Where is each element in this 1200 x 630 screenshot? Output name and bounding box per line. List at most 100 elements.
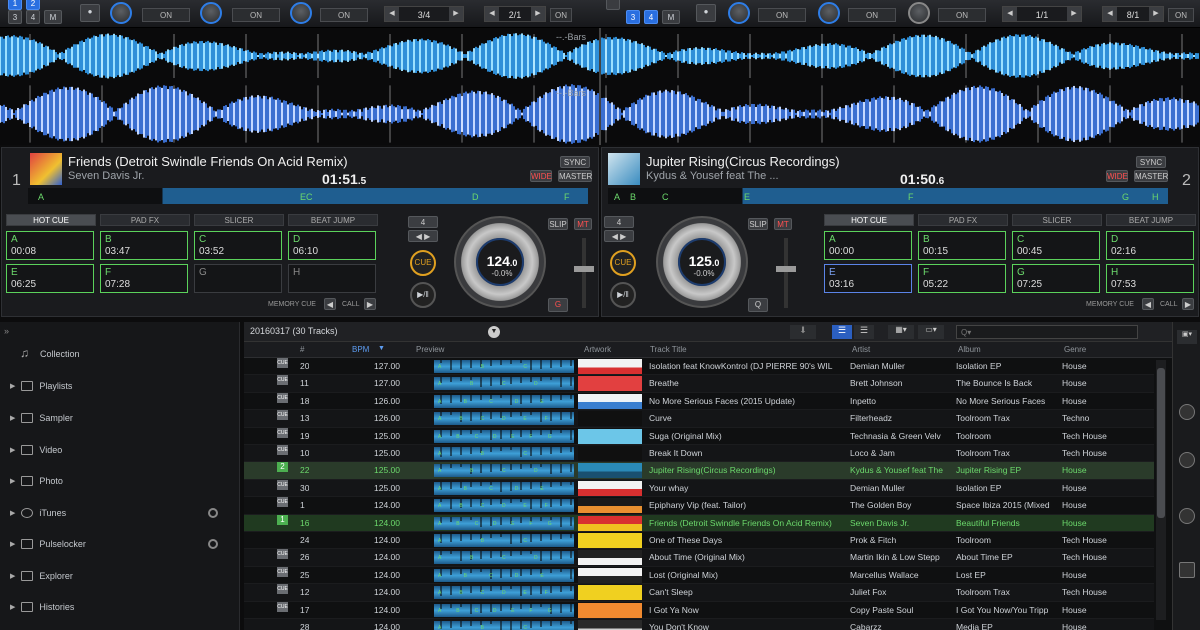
tab-pad-fx[interactable]: PAD FX	[918, 214, 1008, 226]
col-genre[interactable]: Genre	[1064, 345, 1086, 354]
preview-waveform[interactable]: ABCDEF	[434, 412, 574, 426]
tab-beat-jump[interactable]: BEAT JUMP	[1106, 214, 1196, 226]
quantize-button[interactable]: Q	[748, 298, 768, 312]
preview-waveform[interactable]: ABCDEFG	[434, 429, 574, 443]
sync-button[interactable]: SYNC	[560, 156, 590, 168]
expand-arrow-icon[interactable]: ▶	[10, 477, 15, 485]
hot-cue-pad-g[interactable]: G 07:25	[1012, 264, 1100, 293]
sidebar-item-itunes[interactable]: ▶ iTunes	[10, 504, 66, 522]
cue-button[interactable]: CUE	[410, 250, 436, 276]
hot-cue-pad-b[interactable]: B 00:15	[918, 231, 1006, 260]
fx-knob[interactable]	[110, 2, 132, 24]
list-view-icon[interactable]: ☰	[832, 325, 852, 339]
hot-cue-pad-d[interactable]: D 02:16	[1106, 231, 1194, 260]
hot-cue-pad-f[interactable]: F 05:22	[918, 264, 1006, 293]
table-row[interactable]: CUE 1 124.00 A B C D E F Epiphany Vip (feat. Tail…	[244, 497, 1154, 515]
detail-view-icon[interactable]: ☰	[854, 325, 874, 339]
preview-waveform[interactable]: ABCDEF	[434, 586, 574, 600]
table-row[interactable]: CUE 19 125.00 A B C D E F G Suga (Original Mix) Tec…	[244, 427, 1154, 445]
expand-arrow-icon[interactable]: ▶	[10, 572, 15, 580]
col-album[interactable]: Album	[958, 345, 981, 354]
table-row[interactable]: CUE 20 127.00 A B C Isolation feat KnowKontrol…	[244, 358, 1154, 376]
refresh-icon[interactable]	[208, 508, 218, 518]
preview-waveform[interactable]: ABC	[434, 621, 574, 630]
beat-arrows[interactable]: ◀ ▶	[604, 230, 634, 242]
overview-waveform[interactable]: A B C E F G H	[608, 188, 1168, 204]
table-row[interactable]: CUE 26 124.00 A B C D About Time (Original Mix)…	[244, 549, 1154, 567]
table-row[interactable]: 24 124.00 A B C One of These Days Prok & Fitch…	[244, 532, 1154, 550]
expand-arrow-icon[interactable]: ▶	[10, 603, 15, 611]
preview-waveform[interactable]: ABCD	[434, 551, 574, 565]
col-bpm[interactable]: BPM	[352, 345, 369, 354]
sidebar-item-video[interactable]: ▶ Video	[10, 441, 62, 459]
preview-waveform[interactable]: ABCD	[434, 464, 574, 478]
play-pause-button[interactable]: ▶/‖	[610, 282, 636, 308]
hot-cue-pad-c[interactable]: C 03:52	[194, 231, 282, 260]
table-row[interactable]: CUE 30 125.00 A B C D E Your whay Demian Muller Is…	[244, 479, 1154, 498]
hot-cue-pad-h[interactable]: H	[288, 264, 376, 293]
preview-waveform[interactable]: ABCDEF	[434, 499, 574, 513]
table-row[interactable]: CUE 18 126.00 A B C D E No More Serious Faces (2…	[244, 392, 1154, 411]
table-row[interactable]: 1 16 124.00 A B C D E F G Friends (Detroit Swindle…	[244, 514, 1154, 532]
table-row[interactable]: 2 22 125.00 A B C D Jupiter Rising(Circus Recor…	[244, 462, 1154, 480]
overview-waveform[interactable]: A EC D F	[28, 188, 588, 204]
hot-cue-pad-f[interactable]: F 07:28	[100, 264, 188, 293]
col-preview[interactable]: Preview	[416, 345, 444, 354]
pad-bank-3-button-r[interactable]	[606, 0, 620, 10]
preview-waveform[interactable]: ABCDE	[434, 568, 574, 582]
table-row[interactable]: 28 124.00 A B C You Don't Know Cabarzz Media EP…	[244, 619, 1154, 630]
download-icon[interactable]: ⬇	[790, 325, 816, 339]
beat-pager-c[interactable]: ◀ 1/1 ▶	[1002, 6, 1082, 22]
preview-waveform[interactable]: ABC	[434, 360, 574, 373]
preview-waveform[interactable]: ABCDE	[434, 481, 574, 495]
fx-on-button-2[interactable]: ON	[232, 8, 280, 22]
expand-arrow-icon[interactable]: ▶	[10, 414, 15, 422]
tempo-fader[interactable]	[776, 238, 796, 308]
expand-arrow-icon[interactable]: ▶	[10, 540, 15, 548]
track-list-scrollbar[interactable]	[1156, 360, 1166, 620]
sidebar-item-collection[interactable]: ♫ Collection	[20, 345, 80, 363]
play-pause-button[interactable]: ▶/‖	[410, 282, 436, 308]
jog-wheel[interactable]: 125.0 -0.0%	[656, 216, 748, 308]
col-track-title[interactable]: Track Title	[650, 345, 687, 354]
sidebar-item-photo[interactable]: ▶ Photo	[10, 472, 63, 490]
fx-on-button-7[interactable]: ON	[938, 8, 986, 22]
hot-cue-pad-h[interactable]: H 07:53	[1106, 264, 1194, 293]
pad-bank-1-button[interactable]: 1	[8, 0, 22, 10]
cue-button[interactable]: CUE	[610, 250, 636, 276]
master-button[interactable]: MASTER	[558, 170, 592, 182]
hot-cue-pad-b[interactable]: B 03:47	[100, 231, 188, 260]
info-icon[interactable]	[1179, 508, 1195, 524]
fx-on-button-4[interactable]: ON	[550, 8, 572, 22]
preview-waveform[interactable]: ABCDEFG	[434, 603, 574, 617]
pad-bank-3-button[interactable]: 3	[8, 10, 22, 24]
table-row[interactable]: CUE 12 124.00 A B C D E F Can't Sleep Juliet Fox To…	[244, 584, 1154, 602]
expand-arrow-icon[interactable]: ▶	[10, 446, 15, 454]
table-row[interactable]: CUE 11 127.00 A B C D Breathe Brett Johnson The B…	[244, 375, 1154, 393]
preview-waveform[interactable]: ABCD	[434, 377, 574, 391]
hot-cue-pad-e[interactable]: E 03:16	[824, 264, 912, 293]
hot-cue-pad-c[interactable]: C 00:45	[1012, 231, 1100, 260]
col-number[interactable]: #	[300, 345, 304, 354]
prev-memory-cue-button[interactable]: ◀	[1142, 298, 1154, 310]
record-button[interactable]: ●	[80, 4, 100, 22]
preview-waveform[interactable]: ABC	[434, 534, 574, 547]
search-input[interactable]	[956, 325, 1138, 339]
wide-button[interactable]: WIDE	[530, 170, 552, 182]
sidebar-item-pulselocker[interactable]: ▶ Pulselocker	[10, 535, 86, 553]
pad-bank-2-button[interactable]: 2	[26, 0, 40, 10]
prev-memory-cue-button[interactable]: ◀	[324, 298, 336, 310]
sidebar-item-explorer[interactable]: ▶ Explorer	[10, 567, 73, 585]
slip-button[interactable]: SLIP	[548, 218, 568, 230]
table-row[interactable]: CUE 17 124.00 A B C D E F G I Got Ya Now Copy Paste…	[244, 601, 1154, 619]
zoomed-waveform-area[interactable]: --.-Bars --.-Bars	[0, 28, 1200, 145]
master-tempo-button[interactable]: MT	[774, 218, 792, 230]
jog-wheel[interactable]: 124.0 -0.0%	[454, 216, 546, 308]
tab-hot-cue[interactable]: HOT CUE	[824, 214, 914, 226]
share-icon[interactable]	[1179, 452, 1195, 468]
pad-bank-m-button[interactable]: M	[44, 10, 62, 24]
dropdown-icon[interactable]: ▼	[488, 326, 500, 338]
preview-waveform[interactable]: ABC	[434, 447, 574, 460]
pad-bank-3-button-r[interactable]: 3	[626, 10, 640, 24]
table-row[interactable]: CUE 13 126.00 A B C D E F Curve Filterheadz Toolroo…	[244, 410, 1154, 428]
